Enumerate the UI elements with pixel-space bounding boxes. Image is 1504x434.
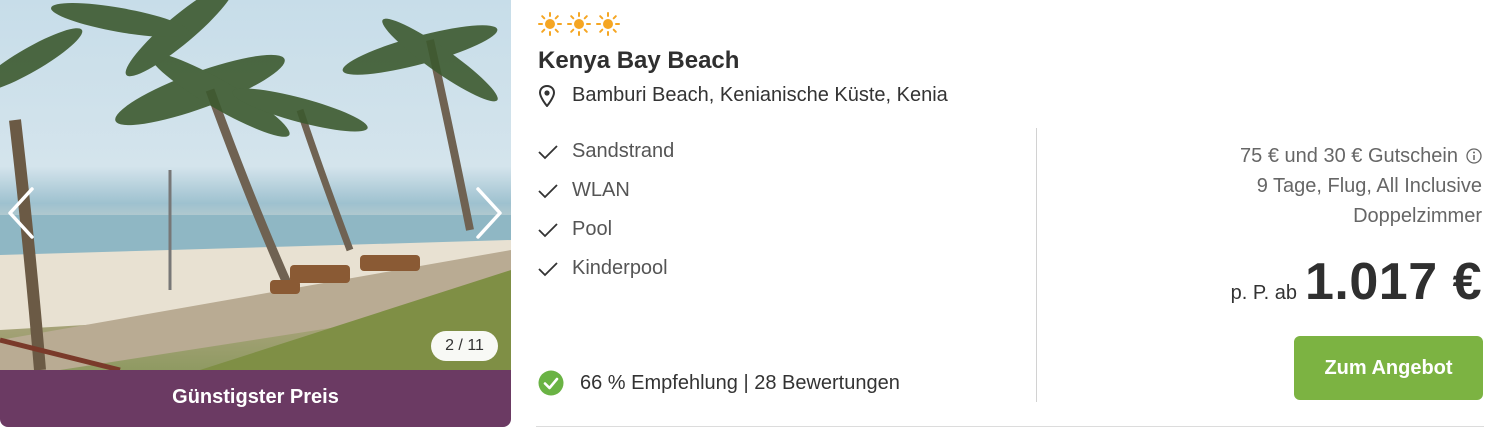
list-item: Sandstrand <box>538 132 674 171</box>
hotel-name[interactable]: Kenya Bay Beach <box>538 47 739 75</box>
voucher-text: 75 € und 30 € Gutschein <box>1240 145 1458 167</box>
cheapest-price-badge: Günstigster Preis <box>0 370 511 427</box>
chevron-left-icon <box>8 187 34 239</box>
list-item: Pool <box>538 210 674 249</box>
hotel-image-gallery[interactable]: 2 / 11 Günstigster Preis <box>0 0 511 427</box>
check-icon <box>538 261 558 276</box>
view-offer-button[interactable]: Zum Angebot <box>1294 336 1483 400</box>
check-icon <box>538 183 558 198</box>
beach-photo-illustration <box>0 0 511 370</box>
sun-icon <box>596 12 620 36</box>
price: p. P. ab 1.017 € <box>1231 252 1482 312</box>
sun-icon <box>567 12 591 36</box>
previous-image-button[interactable] <box>2 185 42 241</box>
sun-icon <box>538 12 562 36</box>
hotel-location: Bamburi Beach, Kenianische Küste, Kenia <box>538 84 948 107</box>
column-divider <box>1036 128 1037 402</box>
price-value: 1.017 € <box>1305 253 1482 311</box>
feature-label: Kinderpool <box>572 257 668 279</box>
recommendation-summary[interactable]: 66 % Empfehlung | 28 Bewertungen <box>538 370 900 396</box>
check-circle-icon <box>538 370 564 396</box>
trip-details: 9 Tage, Flug, All Inclusive <box>1256 175 1482 197</box>
hotel-rating-stars <box>538 12 620 36</box>
voucher-line: 75 € und 30 € Gutschein <box>1240 141 1482 171</box>
feature-label: WLAN <box>572 179 630 201</box>
feature-label: Sandstrand <box>572 140 675 162</box>
info-icon[interactable] <box>1466 148 1482 164</box>
next-image-button[interactable] <box>468 185 508 241</box>
list-item: Kinderpool <box>538 249 674 288</box>
chevron-right-icon <box>476 187 502 239</box>
bottom-divider <box>536 426 1484 427</box>
offer-details: 75 € und 30 € Gutschein 9 Tage, Flug, Al… <box>1240 141 1482 231</box>
check-icon <box>538 222 558 237</box>
hotel-photo[interactable]: 2 / 11 <box>0 0 511 370</box>
feature-label: Pool <box>572 218 613 240</box>
recommendation-text: 66 % Empfehlung | 28 Bewertungen <box>580 371 900 394</box>
list-item: WLAN <box>538 171 674 210</box>
feature-list: Sandstrand WLAN Pool Kinderpool <box>538 132 674 288</box>
location-label: Bamburi Beach, Kenianische Küste, Kenia <box>572 84 948 106</box>
price-prefix: p. P. ab <box>1230 282 1297 304</box>
image-counter: 2 / 11 <box>431 331 498 361</box>
room-type: Doppelzimmer <box>1353 205 1482 227</box>
map-pin-icon <box>538 84 556 107</box>
check-icon <box>538 144 558 159</box>
